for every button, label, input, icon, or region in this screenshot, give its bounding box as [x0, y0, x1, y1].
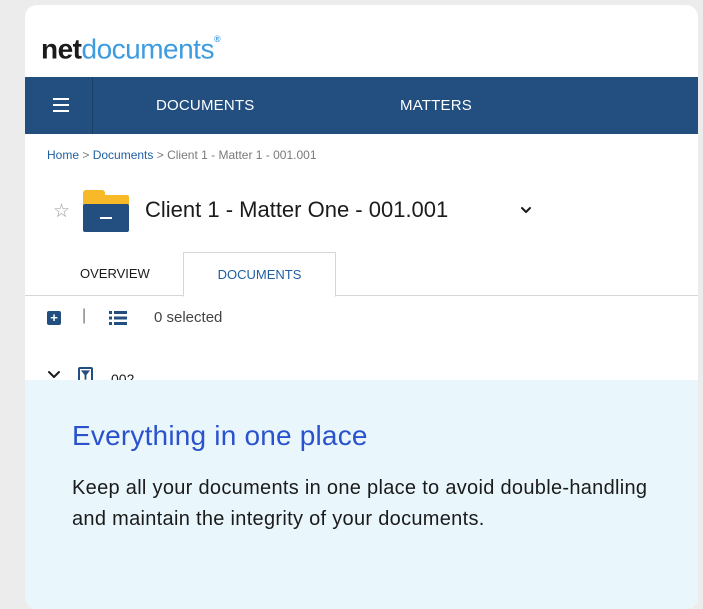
folder-icon: [83, 190, 129, 232]
netdocuments-logo[interactable]: netdocuments®: [41, 25, 221, 65]
app-card: netdocuments® DOCUMENTS MATTERS Home > D…: [25, 5, 698, 609]
logo-text-net: net: [41, 33, 82, 65]
feature-title: Everything in one place: [72, 420, 368, 451]
tab-documents[interactable]: DOCUMENTS: [183, 252, 336, 297]
toolbar-separator: |: [82, 307, 87, 324]
chevron-down-icon[interactable]: [518, 202, 534, 218]
nav-item-documents[interactable]: DOCUMENTS: [156, 77, 254, 134]
logo-registered-mark: ®: [213, 34, 221, 44]
breadcrumb-home-link[interactable]: Home: [47, 148, 79, 162]
tab-overview[interactable]: OVERVIEW: [80, 252, 150, 296]
tab-bar: OVERVIEW DOCUMENTS: [25, 252, 698, 297]
breadcrumb: Home > Documents > Client 1 - Matter 1 -…: [47, 148, 317, 162]
breadcrumb-separator: >: [79, 148, 93, 162]
selection-count: 0 selected: [154, 309, 223, 326]
breadcrumb-current: Client 1 - Matter 1 - 001.001: [167, 148, 317, 162]
feature-description: Keep all your documents in one place to …: [72, 477, 648, 530]
top-navbar: DOCUMENTS MATTERS: [25, 77, 698, 134]
logo-text-documents: documents: [81, 33, 215, 65]
page-title: Client 1 - Matter One - 001.001: [145, 197, 449, 222]
nav-item-matters[interactable]: MATTERS: [400, 77, 472, 134]
breadcrumb-separator: >: [153, 148, 168, 162]
list-icon[interactable]: [109, 311, 127, 325]
hamburger-icon[interactable]: [25, 77, 93, 134]
plus-square-icon[interactable]: +: [47, 311, 61, 325]
breadcrumb-documents-link[interactable]: Documents: [93, 148, 154, 162]
feature-callout: Everything in one place Keep all your do…: [25, 380, 698, 609]
star-icon[interactable]: ☆: [53, 200, 70, 223]
